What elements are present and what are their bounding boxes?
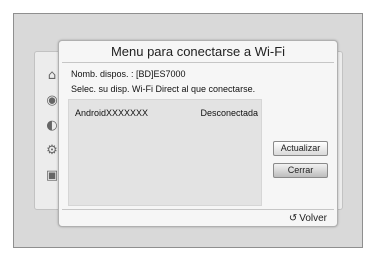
instruction-text: Selec. su disp. Wi-Fi Direct al que cone… — [71, 84, 256, 94]
close-button[interactable]: Cerrar — [273, 163, 328, 178]
device-name: AndroidXXXXXXX — [75, 108, 149, 118]
wifi-connect-dialog: Menu para conectarse a Wi-Fi Nomb. dispo… — [58, 40, 338, 227]
refresh-button[interactable]: Actualizar — [273, 141, 328, 156]
footer-divider — [62, 209, 334, 210]
back-label: Volver — [299, 213, 327, 224]
return-icon: ↺ — [288, 213, 298, 224]
title-divider — [62, 62, 334, 63]
device-status: Desconectada — [200, 108, 258, 118]
dialog-title: Menu para conectarse a Wi-Fi — [110, 44, 286, 59]
device-name-line: Nomb. dispos. : [BD]ES7000 — [71, 69, 186, 79]
back-hint[interactable]: ↺ Volver — [289, 213, 327, 224]
device-list: AndroidXXXXXXX Desconectada — [68, 99, 262, 206]
